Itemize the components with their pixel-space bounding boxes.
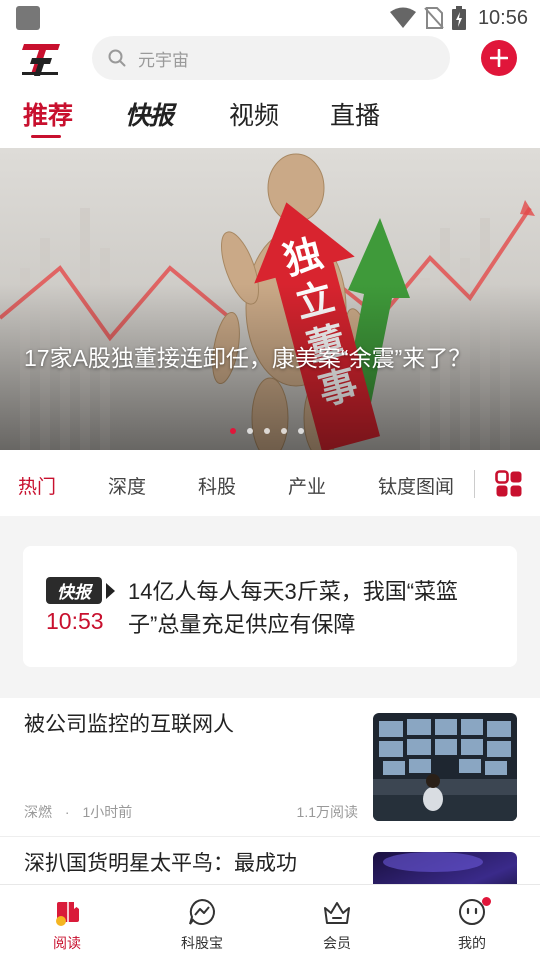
status-bar: 10:56 [0, 0, 540, 36]
meta-separator-icon: · [64, 804, 70, 820]
active-tab-indicator [31, 135, 61, 138]
tab-recommend[interactable]: 推荐 [23, 96, 73, 132]
news-list-item[interactable]: 被公司监控的互联网人 深燃 · 1小时前 1.1万阅读 [0, 698, 540, 836]
nav-label: 阅读 [53, 935, 81, 951]
banner-pagination [230, 428, 304, 434]
plus-icon [490, 49, 508, 67]
flash-news-text[interactable]: 14亿人每人每天3斤菜，我国“菜篮子”总量充足供应有保障 [128, 575, 498, 641]
book-icon [56, 902, 79, 926]
category-tabs: 热门 深度 科股 产业 钛度图闻 [0, 452, 540, 516]
search-placeholder: 元宇宙 [138, 50, 189, 71]
nav-read[interactable]: 阅读 [17, 885, 117, 960]
news-meta: 深燃 · 1小时前 [24, 802, 132, 822]
tab-live[interactable]: 直播 [330, 96, 380, 132]
category-tab-hot[interactable]: 热门 [18, 472, 56, 499]
app-logo[interactable] [22, 40, 62, 78]
status-time: 10:56 [477, 6, 528, 29]
flash-news-time: 10:53 [46, 608, 104, 634]
bottom-navigation: 阅读 科股宝 会员 我的 [0, 884, 540, 960]
nav-label: 我的 [458, 935, 486, 951]
nav-stock-assistant[interactable]: 科股宝 [152, 885, 252, 960]
banner-title[interactable]: 17家A股独董接连卸任，康美案“余震”来了？ [24, 342, 524, 374]
search-box[interactable]: 元宇宙 [92, 36, 450, 80]
wifi-icon [389, 7, 416, 28]
nav-profile[interactable]: 我的 [422, 885, 522, 960]
crown-icon [324, 902, 350, 924]
banner-image: 独 立 董 事 [0, 148, 540, 450]
news-title[interactable]: 被公司监控的互联网人 [24, 710, 354, 740]
banner-dot [230, 428, 236, 434]
tab-video[interactable]: 视频 [229, 96, 279, 132]
news-thumbnail[interactable] [373, 852, 517, 884]
app-notification-icon [16, 6, 40, 30]
news-title[interactable]: 深扒国货明星太平鸟：最成功 [24, 849, 354, 879]
category-tab-depth[interactable]: 深度 [108, 472, 146, 499]
banner-dot [247, 428, 253, 434]
nav-label: 会员 [323, 935, 351, 951]
category-tab-industry[interactable]: 产业 [288, 472, 326, 499]
nav-label: 科股宝 [181, 935, 223, 951]
news-list-item[interactable]: 深扒国货明星太平鸟：最成功 [0, 837, 540, 884]
hero-banner[interactable]: 独 立 董 事 17家A股独董接连卸任，康美案“余震”来了？ [0, 148, 540, 450]
surveillance-room-image [373, 713, 517, 821]
category-tab-graphics[interactable]: 钛度图闻 [378, 472, 454, 499]
nav-membership[interactable]: 会员 [287, 885, 387, 960]
flash-news-badge: 快报 [46, 577, 102, 604]
category-divider [474, 470, 475, 498]
news-reads: 1.1万阅读 [296, 804, 358, 820]
battery-charging-icon [451, 6, 466, 30]
banner-dot [281, 428, 287, 434]
news-thumbnail[interactable] [373, 713, 517, 821]
header: 元宇宙 [0, 36, 540, 86]
chat-chart-icon [189, 898, 215, 925]
news-time: 1小时前 [82, 804, 133, 820]
banner-dot [298, 428, 304, 434]
search-icon [108, 49, 126, 67]
no-sim-icon [424, 7, 444, 29]
play-arrow-icon [106, 583, 115, 599]
tab-flash-news[interactable]: 快报 [125, 96, 174, 132]
add-button[interactable] [481, 40, 517, 76]
banner-dot [264, 428, 270, 434]
channel-grid-icon[interactable] [495, 470, 523, 498]
news-source: 深燃 [24, 804, 52, 820]
status-icons: 10:56 [389, 5, 528, 31]
top-tabs: 推荐 快报 视频 直播 [0, 90, 540, 146]
news-thumbnail-image [373, 852, 517, 884]
notification-dot [482, 897, 491, 906]
category-tab-tech-stock[interactable]: 科股 [198, 472, 236, 499]
